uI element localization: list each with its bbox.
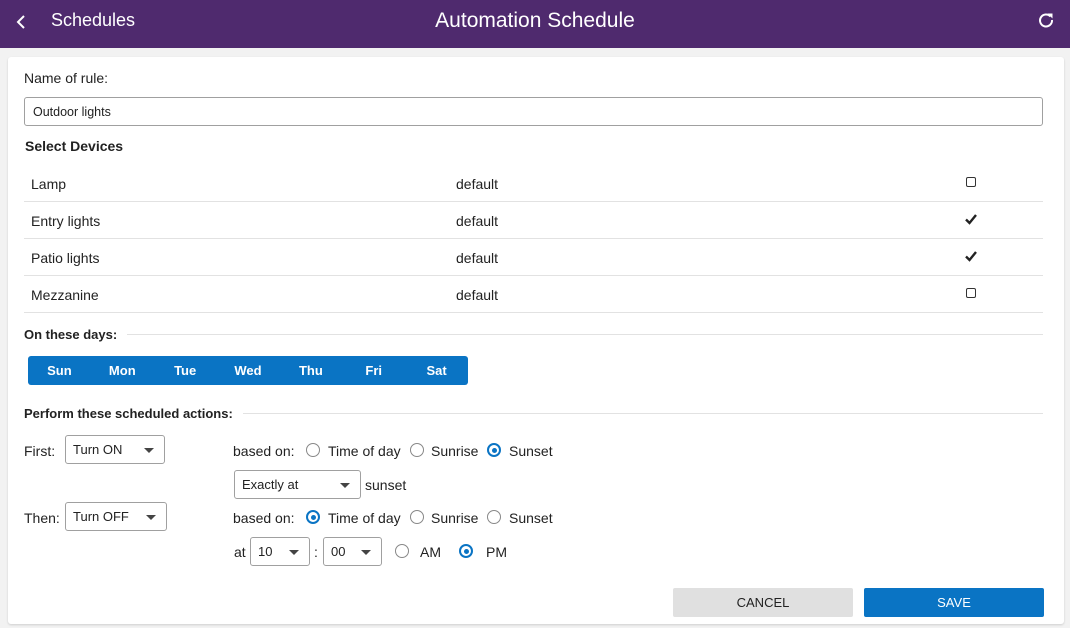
minute-value: 00: [331, 544, 346, 559]
offset-suffix: sunset: [365, 477, 407, 493]
first-option-sunset: Sunset: [509, 443, 553, 459]
caret-down-icon: [289, 550, 299, 555]
divider: [127, 334, 1043, 335]
then-based-on-label: based on:: [233, 510, 295, 526]
time-separator: :: [314, 544, 318, 560]
first-radio-sunset[interactable]: [487, 443, 501, 457]
first-option-sunrise: Sunrise: [431, 443, 479, 459]
device-name: Mezzanine: [31, 287, 99, 303]
device-scene: default: [456, 176, 499, 192]
at-label: at: [234, 544, 246, 560]
app-header: Schedules Automation Schedule: [0, 0, 1070, 48]
save-button[interactable]: SAVE: [864, 588, 1044, 617]
device-name: Lamp: [31, 176, 67, 192]
day-wed[interactable]: Wed: [217, 356, 280, 385]
actions-heading-label: Perform these scheduled actions:: [24, 406, 233, 421]
refresh-icon[interactable]: [1037, 11, 1055, 29]
then-radio-sunrise[interactable]: [410, 510, 424, 524]
day-sat[interactable]: Sat: [405, 356, 468, 385]
hour-select[interactable]: 10: [250, 537, 310, 566]
page-title: Automation Schedule: [435, 9, 635, 32]
first-action-value: Turn ON: [73, 442, 123, 457]
then-action-value: Turn OFF: [73, 509, 129, 524]
device-name: Patio lights: [31, 250, 100, 266]
device-row-mezzanine[interactable]: Mezzanine default: [24, 276, 1043, 313]
divider: [242, 413, 1043, 414]
offset-value: Exactly at: [242, 477, 299, 492]
caret-down-icon: [361, 550, 371, 555]
am-radio[interactable]: [395, 544, 409, 558]
am-label: AM: [420, 544, 441, 560]
day-thu[interactable]: Thu: [279, 356, 342, 385]
then-radio-time-of-day[interactable]: [306, 510, 320, 524]
pm-label: PM: [486, 544, 507, 560]
then-option-time-of-day: Time of day: [328, 510, 401, 526]
then-radio-sunset[interactable]: [487, 510, 501, 524]
device-checkbox-unchecked[interactable]: [964, 175, 978, 189]
caret-down-icon: [144, 448, 154, 453]
device-scene: default: [456, 213, 499, 229]
then-label: Then:: [24, 510, 60, 526]
minute-select[interactable]: 00: [323, 537, 382, 566]
checkmark-icon[interactable]: [964, 249, 978, 263]
then-option-sunrise: Sunrise: [431, 510, 479, 526]
day-selector: Sun Mon Tue Wed Thu Fri Sat: [28, 356, 468, 385]
rule-name-label: Name of rule:: [24, 70, 109, 86]
first-radio-sunrise[interactable]: [410, 443, 424, 457]
actions-heading: Perform these scheduled actions:: [24, 406, 1043, 421]
then-option-sunset: Sunset: [509, 510, 553, 526]
select-devices-heading: Select Devices: [25, 138, 124, 154]
first-radio-time-of-day[interactable]: [306, 443, 320, 457]
day-fri[interactable]: Fri: [342, 356, 405, 385]
offset-select[interactable]: Exactly at: [234, 470, 361, 499]
days-heading: On these days:: [24, 327, 1043, 342]
device-name: Entry lights: [31, 213, 101, 229]
then-action-select[interactable]: Turn OFF: [65, 502, 167, 531]
day-tue[interactable]: Tue: [154, 356, 217, 385]
days-heading-label: On these days:: [24, 327, 118, 342]
pm-radio[interactable]: [459, 544, 473, 558]
caret-down-icon: [340, 483, 350, 488]
cancel-button[interactable]: CANCEL: [673, 588, 853, 617]
schedule-form: Name of rule: Select Devices Lamp defaul…: [8, 57, 1064, 624]
rule-name-input[interactable]: [24, 97, 1043, 126]
device-row-patio-lights[interactable]: Patio lights default: [24, 239, 1043, 276]
device-scene: default: [456, 250, 499, 266]
first-label: First:: [24, 443, 56, 459]
caret-down-icon: [146, 515, 156, 520]
first-option-time-of-day: Time of day: [328, 443, 401, 459]
first-action-select[interactable]: Turn ON: [65, 435, 165, 464]
first-based-on-label: based on:: [233, 443, 295, 459]
device-checkbox-unchecked[interactable]: [964, 286, 978, 300]
device-row-entry-lights[interactable]: Entry lights default: [24, 202, 1043, 239]
day-sun[interactable]: Sun: [28, 356, 91, 385]
device-row-lamp[interactable]: Lamp default: [24, 165, 1043, 202]
device-scene: default: [456, 287, 499, 303]
hour-value: 10: [258, 544, 273, 559]
checkmark-icon[interactable]: [964, 212, 978, 226]
day-mon[interactable]: Mon: [91, 356, 154, 385]
